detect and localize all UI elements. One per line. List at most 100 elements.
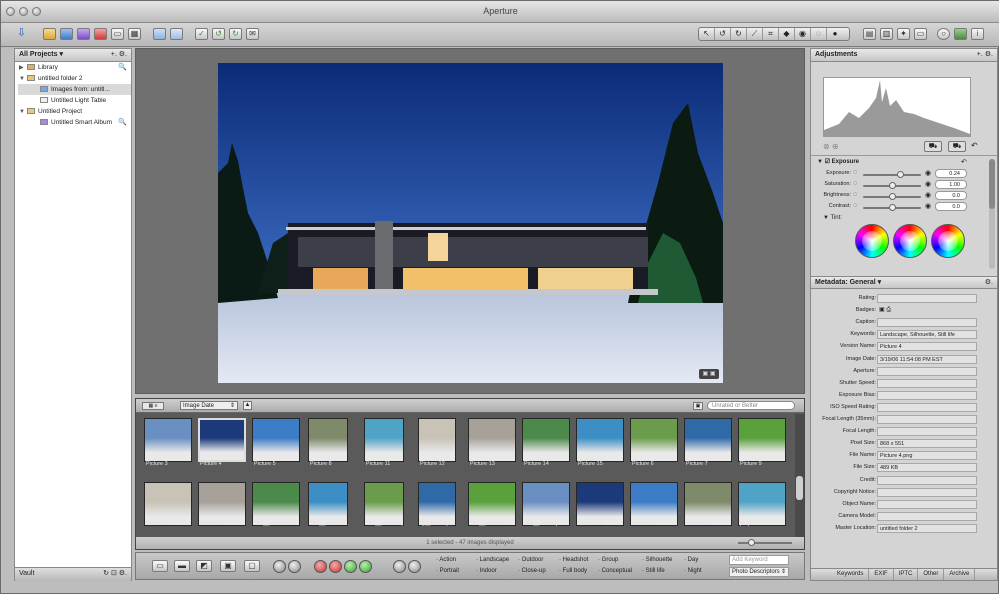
tint-highlight-wheel[interactable] [931, 224, 965, 258]
metadata-value-field[interactable]: Picture 4 [877, 342, 977, 352]
thumbnail[interactable] [684, 482, 732, 526]
keyword-button[interactable]: · Group [598, 556, 618, 565]
adjustment-slider[interactable] [863, 193, 921, 200]
light-table-view-icon[interactable]: ◩ [196, 560, 212, 572]
metadata-value-field[interactable]: 489 KB [877, 463, 977, 473]
spot-patch-tool-icon[interactable]: ◌ [811, 28, 827, 40]
metadata-value-field[interactable]: Landscape, Silhouette, Still life [877, 330, 977, 340]
new-project-icon[interactable] [60, 28, 73, 40]
metadata-value-field[interactable] [877, 402, 977, 412]
full-screen-icon[interactable]: ▢ [244, 560, 260, 572]
thumbnail[interactable] [738, 418, 786, 462]
select-button[interactable] [359, 560, 372, 573]
thumbnail[interactable] [198, 418, 246, 462]
rotate-tool-icon[interactable]: ↺ [715, 28, 731, 40]
metadata-value-field[interactable] [877, 487, 977, 497]
slider-knob[interactable] [889, 182, 896, 189]
metadata-value-field[interactable]: 868 x 551 [877, 439, 977, 449]
scrollbar-thumb[interactable] [796, 476, 803, 500]
thumbnail[interactable] [252, 418, 300, 462]
thumbnail[interactable] [144, 418, 192, 462]
thumbnail[interactable] [576, 482, 624, 526]
rating-filter-field[interactable]: Unrated or Better [707, 401, 795, 410]
keyword-button[interactable]: · Close-up [518, 567, 546, 576]
search-icon[interactable]: 🔍 [118, 117, 127, 128]
secondary-viewer-icon[interactable]: ▭ [152, 560, 168, 572]
tree-item-folder[interactable]: ▼ untitled folder 2 [15, 73, 131, 84]
rotate-left-icon[interactable]: ↺ [212, 28, 225, 40]
metadata-value-field[interactable] [877, 366, 977, 376]
metadata-value-field[interactable] [877, 306, 977, 315]
metadata-value-field[interactable] [877, 427, 977, 437]
browser-view-toggle-icon[interactable]: ▦ ≡ [142, 402, 164, 410]
stack-icon[interactable] [153, 28, 166, 40]
auto-levels-channel-icon[interactable]: ⛟ [948, 141, 966, 152]
thumbnail[interactable] [576, 418, 624, 462]
adjustment-value-field[interactable]: 0.0 [935, 202, 967, 211]
hide-browser-icon[interactable]: ▬ [174, 560, 190, 572]
import-icon[interactable]: ⇩ [15, 28, 28, 40]
new-book-icon[interactable] [94, 28, 107, 40]
adjustment-value-field[interactable]: 1.00 [935, 180, 967, 189]
view-full-icon[interactable]: ▭ [914, 28, 927, 40]
thumbnail[interactable] [630, 418, 678, 462]
filter-icon[interactable]: ▣ [693, 402, 703, 410]
metadata-value-field[interactable] [877, 475, 977, 485]
keyword-button[interactable]: · Portrait [436, 567, 459, 576]
adjustments-hud-icon[interactable] [954, 28, 967, 40]
metadata-value-field[interactable]: untitled folder 2 [877, 523, 977, 533]
slider-knob[interactable] [889, 204, 896, 211]
new-light-table-icon[interactable]: ▭ [111, 28, 124, 40]
thumbnail-size-slider[interactable] [738, 539, 792, 546]
rotate-tool-2-icon[interactable]: ↻ [731, 28, 747, 40]
thumbnail[interactable] [308, 418, 348, 462]
selection-tool-icon[interactable]: ↖ [699, 28, 715, 40]
thumbnail[interactable] [468, 482, 516, 526]
next-button[interactable] [408, 560, 421, 573]
adjustment-slider[interactable] [863, 204, 921, 211]
thumbnail[interactable] [418, 482, 456, 526]
rotate-right-button[interactable] [288, 560, 301, 573]
tree-item-project[interactable]: ▼ Untitled Project [15, 106, 131, 117]
sort-direction-icon[interactable]: ▲ [243, 401, 252, 410]
adjustment-value-field[interactable]: 0.0 [935, 191, 967, 200]
keyword-button[interactable]: · Night [684, 567, 702, 576]
keyword-button[interactable]: · Landscape [476, 556, 509, 565]
thumbnail[interactable] [144, 482, 192, 526]
main-photo[interactable]: ▣ ▣ [218, 63, 723, 383]
keyword-button[interactable]: · Day [684, 556, 698, 565]
keyword-button[interactable]: · Headshot [559, 556, 588, 565]
thumbnail[interactable] [630, 482, 678, 526]
add-keyword-field[interactable]: Add Keyword [729, 555, 789, 565]
adjustment-slider[interactable] [863, 182, 921, 189]
tint-midtone-wheel[interactable] [893, 224, 927, 258]
slider-knob[interactable] [889, 193, 896, 200]
lift-icon[interactable]: ✓ [195, 28, 208, 40]
search-icon[interactable]: 🔍 [118, 62, 127, 73]
thumbnail[interactable] [364, 418, 404, 462]
loupe-tool-icon[interactable]: ● [827, 28, 843, 40]
metadata-value-field[interactable] [877, 415, 977, 424]
exposure-section-header[interactable]: ▼ ☑ Exposure [817, 158, 859, 165]
adjustment-presets-icon[interactable]: ⊗ ⊕ [823, 142, 839, 151]
unstack-icon[interactable] [170, 28, 183, 40]
tree-item-light-table[interactable]: Untitled Light Table [15, 95, 131, 106]
email-icon[interactable]: ✉ [246, 28, 259, 40]
tab-keywords[interactable]: Keywords [811, 569, 870, 580]
keyword-button[interactable]: · Indoor [476, 567, 497, 576]
keyword-button[interactable]: · Conceptual [598, 567, 632, 576]
tab-exif[interactable]: EXIF [869, 569, 894, 580]
metadata-value-field[interactable] [877, 499, 977, 509]
red-eye-tool-icon[interactable]: ◉ [795, 28, 811, 40]
lift-stamp-tool-icon[interactable]: ◆ [779, 28, 795, 40]
metadata-value-field[interactable]: Picture 4.png [877, 451, 977, 461]
thumbnail[interactable] [418, 418, 456, 462]
thumbnail[interactable] [364, 482, 404, 526]
projects-add-icon[interactable]: +. ⚙. [111, 49, 127, 61]
new-web-gallery-icon[interactable]: ▦ [128, 28, 141, 40]
reset-exposure-icon[interactable]: ↶ [961, 158, 967, 166]
keyword-button[interactable]: · Full body [559, 567, 587, 576]
metadata-value-field[interactable] [877, 511, 977, 521]
reject-button[interactable] [314, 560, 327, 573]
adjustment-slider[interactable] [863, 171, 921, 178]
